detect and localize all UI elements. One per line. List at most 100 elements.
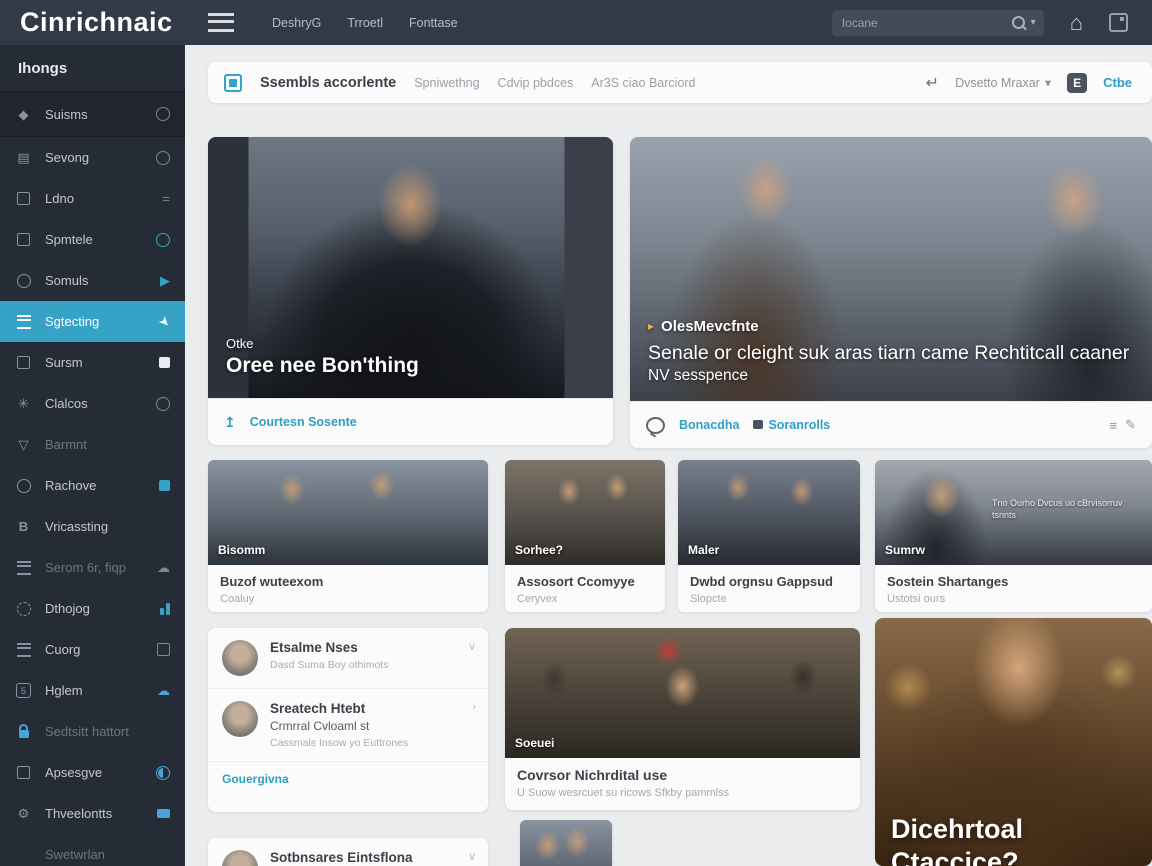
hero-2-link-2[interactable]: Soranrolls bbox=[753, 418, 830, 432]
return-arrow-icon[interactable]: ↵ bbox=[926, 73, 939, 93]
sidebar-item-label: Vricassting bbox=[45, 519, 108, 534]
bold-icon: B bbox=[15, 520, 32, 533]
feature-card[interactable]: Soeuei Covrsor Nichrdital use U Suow wes… bbox=[505, 628, 860, 810]
sidebar-item-cuorg[interactable]: Cuorg bbox=[0, 629, 185, 670]
hero-card-1[interactable]: Otke Oree nee Bon'thing ↥ Courtesn Sosen… bbox=[208, 137, 613, 445]
bell-icon: ▸ bbox=[648, 319, 654, 333]
edit-icon[interactable]: ✎ bbox=[1125, 417, 1136, 433]
sidebar-item-spmtele[interactable]: Spmtele bbox=[0, 219, 185, 260]
sidebar-item-sevong[interactable]: ▤ Sevong bbox=[0, 137, 185, 178]
sidebar-item-sgtecting[interactable]: Sgtecting ➤ bbox=[0, 301, 185, 342]
poster-title-line2: Ctaccice? bbox=[891, 846, 1023, 866]
sidebar-item-dthojog[interactable]: Dthojog bbox=[0, 588, 185, 629]
media-card-1-subtitle: Coaluy bbox=[220, 593, 476, 605]
hero-2-title: Senale or cleight suk aras tiarn came Re… bbox=[648, 341, 1129, 365]
hamburger-menu-icon[interactable] bbox=[208, 13, 234, 32]
media-card-3-subtitle: Slopcte bbox=[690, 593, 848, 605]
sidebar-item-hglem[interactable]: 5 Hglem ☁ bbox=[0, 670, 185, 711]
sidebar-item-barmnt[interactable]: ▽ Barmnt bbox=[0, 424, 185, 465]
chevron-right-icon[interactable]: › bbox=[472, 701, 476, 713]
card-icon bbox=[15, 356, 32, 369]
hero-1-footer-link[interactable]: Courtesn Sosente bbox=[250, 415, 357, 429]
list-icon bbox=[15, 643, 32, 657]
sidebar-item-label: Swetwrlan bbox=[45, 847, 105, 862]
person-row[interactable]: Etsalme Nses Dasd Suma Boy othimots ∨ bbox=[208, 628, 488, 689]
sidebar-item-swetwrlan[interactable]: Swetwrlan bbox=[0, 834, 185, 866]
sidebar-item-label: Clalcos bbox=[45, 396, 88, 411]
sidebar-item-label: Hglem bbox=[45, 683, 83, 698]
hero-2-kicker: OlesMevcfnte bbox=[661, 318, 759, 335]
avatar bbox=[222, 701, 258, 737]
search-box[interactable]: ▾ bbox=[832, 10, 1044, 36]
toolbar-link-3[interactable]: Ar3S ciao Barciord bbox=[591, 76, 695, 90]
avatar bbox=[222, 850, 258, 866]
checkbox-icon[interactable] bbox=[224, 74, 242, 92]
app-window-icon[interactable] bbox=[1109, 13, 1128, 32]
chevron-down-icon[interactable]: ∨ bbox=[468, 850, 476, 863]
hero-2-link-1[interactable]: Bonacdha bbox=[679, 418, 739, 432]
filter-icon: ▽ bbox=[15, 438, 32, 451]
square-icon bbox=[15, 192, 32, 205]
media-card-2-subtitle: Ceryvex bbox=[517, 593, 653, 605]
app-logo: Cinrichnaic bbox=[20, 7, 190, 38]
search-icon[interactable] bbox=[1012, 16, 1025, 29]
search-ring-icon bbox=[156, 233, 170, 247]
menu-icon bbox=[15, 315, 32, 329]
media-card-1[interactable]: Bisomm Buzof wuteexom Coaluy bbox=[208, 460, 488, 612]
media-card-4[interactable]: Tno Ourho Dvcus uo cBrvisorruv tsnnts Su… bbox=[875, 460, 1152, 612]
sidebar-item-apsesgve[interactable]: Apsesgve bbox=[0, 752, 185, 793]
people-footer-link[interactable]: Gouergivna bbox=[208, 762, 488, 796]
sidebar-item-sedtsitt[interactable]: Sedtsitt hattort bbox=[0, 711, 185, 752]
chevron-down-icon[interactable]: ∨ bbox=[468, 640, 476, 653]
sidebar-item-label: Serom 6r, fiqp bbox=[45, 560, 126, 575]
sidebar-item-suisms[interactable]: ◆ Suisms bbox=[0, 91, 185, 137]
media-card-3[interactable]: Maler Dwbd orgnsu Gappsud Slopcte bbox=[678, 460, 860, 612]
toolbar-link-1[interactable]: Spniwethng bbox=[414, 76, 479, 90]
sidebar-item-clalcos[interactable]: ✳ Clalcos bbox=[0, 383, 185, 424]
sidebar-item-label: Ldno bbox=[45, 191, 74, 206]
play-icon: ▶ bbox=[160, 274, 170, 287]
badge-button[interactable]: E bbox=[1067, 73, 1087, 93]
sidebar-item-vricassting[interactable]: B Vricassting bbox=[0, 506, 185, 547]
small-thumbnail-1[interactable] bbox=[520, 820, 612, 866]
person-meta: Dasd Suma Boy othimots bbox=[270, 659, 388, 671]
hero-card-1-footer: ↥ Courtesn Sosente bbox=[208, 398, 613, 445]
person-role: Crmrral Cvloaml st bbox=[270, 719, 408, 733]
spinner-icon bbox=[15, 602, 32, 616]
sidebar-item-somuls[interactable]: Somuls ▶ bbox=[0, 260, 185, 301]
circle-icon bbox=[15, 479, 32, 493]
top-nav-item-1[interactable]: DeshryG bbox=[272, 16, 321, 30]
hero-card-2[interactable]: ▸ OlesMevcfnte Senale or cleight suk ara… bbox=[630, 137, 1152, 448]
hero-card-2-image: ▸ OlesMevcfnte Senale or cleight suk ara… bbox=[630, 137, 1152, 401]
sidebar-item-thveelontts[interactable]: ⚙ Thveelontts bbox=[0, 793, 185, 834]
top-nav-item-3[interactable]: Fonttase bbox=[409, 16, 458, 30]
battery-icon bbox=[157, 809, 170, 818]
home-icon[interactable]: ⌂ bbox=[1070, 12, 1083, 34]
toolbar-link-2[interactable]: Cdvip pbdces bbox=[498, 76, 574, 90]
person-row[interactable]: Sotbnsares Eintsflona ∨ bbox=[208, 838, 488, 866]
poster-card[interactable]: Dicehrtoal Ctaccice? bbox=[875, 618, 1152, 866]
comment-icon[interactable] bbox=[646, 417, 665, 434]
person-name: Sreatech Htebt bbox=[270, 701, 408, 716]
menu-icon bbox=[15, 561, 32, 575]
media-card-2[interactable]: Sorhee? Assosort Ccomyye Ceryvex bbox=[505, 460, 665, 612]
sidebar-item-label: Sgtecting bbox=[45, 314, 99, 329]
media-card-2-image: Sorhee? bbox=[505, 460, 665, 565]
sidebar-item-sursm[interactable]: Sursm bbox=[0, 342, 185, 383]
sort-dropdown[interactable]: Dvsetto Mraxar ▾ bbox=[955, 75, 1051, 90]
close-link[interactable]: Ctbe bbox=[1103, 75, 1132, 90]
filter-caret-icon[interactable]: ▾ bbox=[1031, 17, 1036, 28]
hero-2-subtitle: NV sesspence bbox=[648, 367, 1129, 385]
cloud-icon: ☁ bbox=[157, 561, 170, 574]
sidebar-item-rachove[interactable]: Rachove bbox=[0, 465, 185, 506]
search-input[interactable] bbox=[840, 15, 1006, 31]
top-nav-item-2[interactable]: Trroetl bbox=[347, 16, 383, 30]
person-row[interactable]: Sreatech Htebt Crmrral Cvloaml st Cassma… bbox=[208, 689, 488, 762]
sidebar-header: Ihongs bbox=[0, 45, 185, 91]
asterisk-icon: ✳ bbox=[15, 397, 32, 410]
list-view-icon[interactable]: ≡ bbox=[1110, 418, 1118, 433]
upload-arrow-icon[interactable]: ↥ bbox=[224, 414, 236, 431]
top-nav: DeshryG Trroetl Fonttase bbox=[272, 16, 458, 30]
sidebar-item-ldno[interactable]: Ldno = bbox=[0, 178, 185, 219]
sidebar-item-serom[interactable]: Serom 6r, fiqp ☁ bbox=[0, 547, 185, 588]
